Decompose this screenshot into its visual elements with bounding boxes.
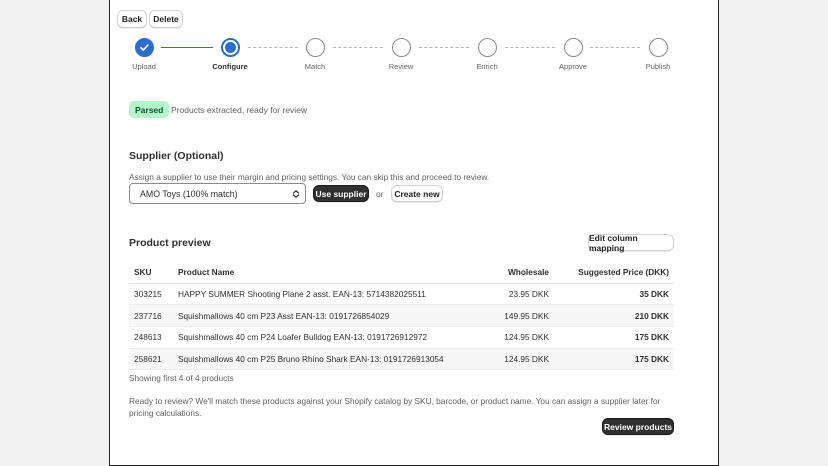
back-button[interactable]: Back	[117, 10, 147, 28]
step-configure[interactable]: Configure	[200, 38, 260, 71]
table-header-row: SKU Product Name Wholesale Suggested Pri…	[129, 261, 674, 284]
cell-wholesale: 23.95 DKK	[464, 283, 554, 306]
step-label: Upload	[132, 62, 156, 71]
supplier-select-value: AMO Toys (100% match)	[140, 188, 238, 199]
chevron-updown-icon	[292, 190, 300, 198]
preview-heading: Product preview	[129, 237, 211, 249]
cell-product-name: Squishmallows 40 cm P24 Loafer Bulldog E…	[173, 326, 464, 349]
step-label: Enrich	[476, 62, 498, 71]
supplier-select[interactable]: AMO Toys (100% match)	[129, 183, 306, 204]
step-indicator	[477, 38, 497, 57]
create-supplier-button[interactable]: Create new	[391, 185, 443, 202]
review-products-button[interactable]: Review products	[602, 418, 674, 435]
supplier-heading: Supplier (Optional)	[129, 150, 224, 162]
step-indicator	[305, 38, 325, 57]
table-row: 248613 Squishmallows 40 cm P24 Loafer Bu…	[129, 326, 674, 349]
step-done-indicator	[134, 38, 154, 57]
step-publish[interactable]: Publish	[628, 38, 688, 71]
cell-sku: 237716	[129, 304, 173, 327]
edit-column-mapping-button[interactable]: Edit column mapping	[588, 233, 674, 253]
column-header-suggested-price: Suggested Price (DKK)	[554, 261, 674, 284]
column-header-sku: SKU	[129, 261, 173, 284]
cell-wholesale: 149.95 DKK	[464, 304, 554, 327]
review-info-line2: pricing calculations.	[129, 408, 202, 418]
supplier-description: Assign a supplier to use their margin an…	[129, 172, 490, 182]
cell-sku: 303215	[129, 283, 173, 306]
step-current-indicator	[220, 38, 240, 57]
step-indicator	[563, 38, 583, 57]
step-enrich[interactable]: Enrich	[457, 38, 517, 71]
step-review[interactable]: Review	[371, 38, 431, 71]
column-header-product-name: Product Name	[173, 261, 464, 284]
showing-count-text: Showing first 4 of 4 products	[129, 373, 234, 383]
step-upload[interactable]: Upload	[114, 38, 174, 71]
product-table: SKU Product Name Wholesale Suggested Pri…	[129, 261, 674, 371]
step-indicator	[648, 38, 668, 57]
cell-product-name: Squishmallows 40 cm P25 Bruno Rhino Shar…	[173, 348, 464, 371]
cell-suggested-price: 210 DKK	[554, 304, 674, 327]
table-row: 258621 Squishmallows 40 cm P25 Bruno Rhi…	[129, 348, 674, 371]
cell-wholesale: 124.95 DKK	[464, 348, 554, 371]
cell-suggested-price: 35 DKK	[554, 283, 674, 306]
check-icon	[139, 44, 149, 51]
cell-product-name: HAPPY SUMMER Shooting Plane 2 asst. EAN-…	[173, 283, 464, 306]
table-row: 237716 Squishmallows 40 cm P23 Asst EAN-…	[129, 304, 674, 327]
step-label: Approve	[559, 62, 587, 71]
step-indicator	[391, 38, 411, 57]
step-label: Match	[304, 62, 326, 71]
cell-sku: 248613	[129, 326, 173, 349]
step-approve[interactable]: Approve	[543, 38, 603, 71]
delete-button[interactable]: Delete	[149, 10, 183, 28]
review-info-line1: Ready to review? We'll match these produ…	[129, 396, 661, 406]
step-label: Configure	[212, 62, 248, 71]
cell-suggested-price: 175 DKK	[554, 348, 674, 371]
column-header-wholesale: Wholesale	[464, 261, 554, 284]
cell-sku: 258621	[129, 348, 173, 371]
status-text: Products extracted, ready for review	[171, 105, 308, 115]
use-supplier-button[interactable]: Use supplier	[313, 185, 369, 202]
cell-suggested-price: 175 DKK	[554, 326, 674, 349]
status-badge: Parsed	[129, 101, 170, 118]
table-row: 303215 HAPPY SUMMER Shooting Plane 2 ass…	[129, 283, 674, 306]
step-label: Review	[388, 62, 414, 71]
step-label: Publish	[645, 62, 671, 71]
cell-wholesale: 124.95 DKK	[464, 326, 554, 349]
or-text: or	[376, 189, 384, 199]
cell-product-name: Squishmallows 40 cm P23 Asst EAN-13: 019…	[173, 304, 464, 327]
step-match[interactable]: Match	[285, 38, 345, 71]
